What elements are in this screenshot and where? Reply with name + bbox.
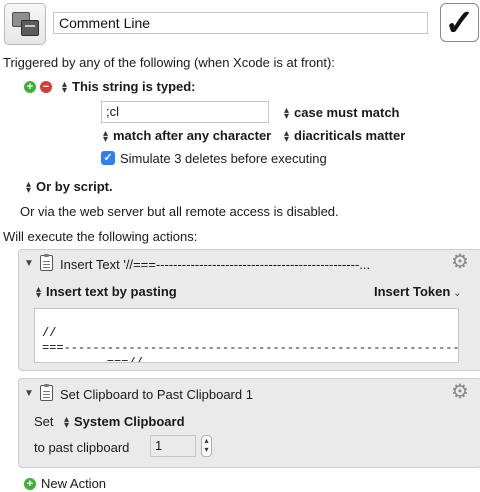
chevron-down-icon: ⌄ [450,288,462,299]
clipboard-icon [40,384,53,401]
insert-text-area[interactable]: //===-----------------------------------… [34,308,459,363]
diacriticals-popup[interactable]: ▴ ▾ diacriticals matter [282,127,406,145]
insert-method-label: Insert text by pasting [46,284,177,299]
simulate-deletes-label: Simulate 3 deletes before executing [120,151,327,166]
macro-name-field[interactable]: Comment Line [53,12,428,34]
trigger-type-label: This string is typed: [72,79,196,94]
plus-icon[interactable]: + [24,478,36,490]
updown-icon: ▴ ▾ [283,104,290,122]
action-title: Set Clipboard to Past Clipboard 1 [60,387,253,402]
updown-icon: ▴ ▾ [283,127,290,145]
script-trigger-label: Or by script. [36,179,113,194]
past-clipboard-stepper[interactable]: ▴ ▾ [201,435,212,457]
match-mode-label: match after any character [113,128,272,143]
diacriticals-label: diacriticals matter [294,128,406,143]
updown-icon: ▴ ▾ [102,127,109,145]
trigger-heading: Triggered by any of the following (when … [3,55,335,70]
set-label: Set [34,414,54,429]
gear-icon[interactable]: ⚙ [451,252,469,272]
action-title: Insert Text '//===----------------------… [60,257,371,272]
clipboard-popup[interactable]: ▴ ▾ System Clipboard [62,413,185,431]
text-line: ===-------------------------------------… [42,341,459,355]
insert-token-label: Insert Token [374,284,451,299]
window-icon-front [21,20,39,36]
case-match-popup[interactable]: ▴ ▾ case must match [282,104,400,122]
clipboard-icon [40,254,53,271]
plus-icon[interactable]: + [24,81,36,93]
collapse-chevron-icon[interactable]: ▼ [24,258,34,269]
actions-heading: Will execute the following actions: [3,229,198,244]
gear-icon[interactable]: ⚙ [451,382,469,402]
insert-token-menu[interactable]: Insert Token ⌄ [374,284,462,299]
text-line: // [42,326,57,340]
trigger-type-popup[interactable]: ▴ ▾ This string is typed: [60,78,196,96]
insert-method-popup[interactable]: ▴ ▾ Insert text by pasting [34,283,177,301]
simulate-deletes-checkbox[interactable]: ✓ [101,151,115,165]
typed-string-input[interactable]: ;cl [101,101,269,123]
past-clipboard-input[interactable]: 1 [150,435,196,457]
clipboard-label: System Clipboard [74,414,185,429]
updown-icon: ▴ ▾ [35,283,42,301]
text-line: ---------===// [42,356,143,363]
updown-icon: ▴ ▾ [25,178,32,196]
collapse-chevron-icon[interactable]: ▼ [24,388,34,399]
match-mode-popup[interactable]: ▴ ▾ match after any character [101,127,272,145]
script-trigger-popup[interactable]: ▴ ▾ Or by script. [24,178,113,196]
updown-icon: ▴ ▾ [61,78,68,96]
app-icon[interactable] [4,3,46,45]
minus-icon[interactable]: − [40,81,52,93]
case-match-label: case must match [294,105,400,120]
new-action-button[interactable]: New Action [41,476,106,491]
updown-icon: ▴ ▾ [63,413,70,431]
enable-checkbox[interactable]: ✓ [440,3,479,42]
web-server-text: Or via the web server but all remote acc… [20,204,339,219]
past-clipboard-label: to past clipboard [34,440,130,455]
